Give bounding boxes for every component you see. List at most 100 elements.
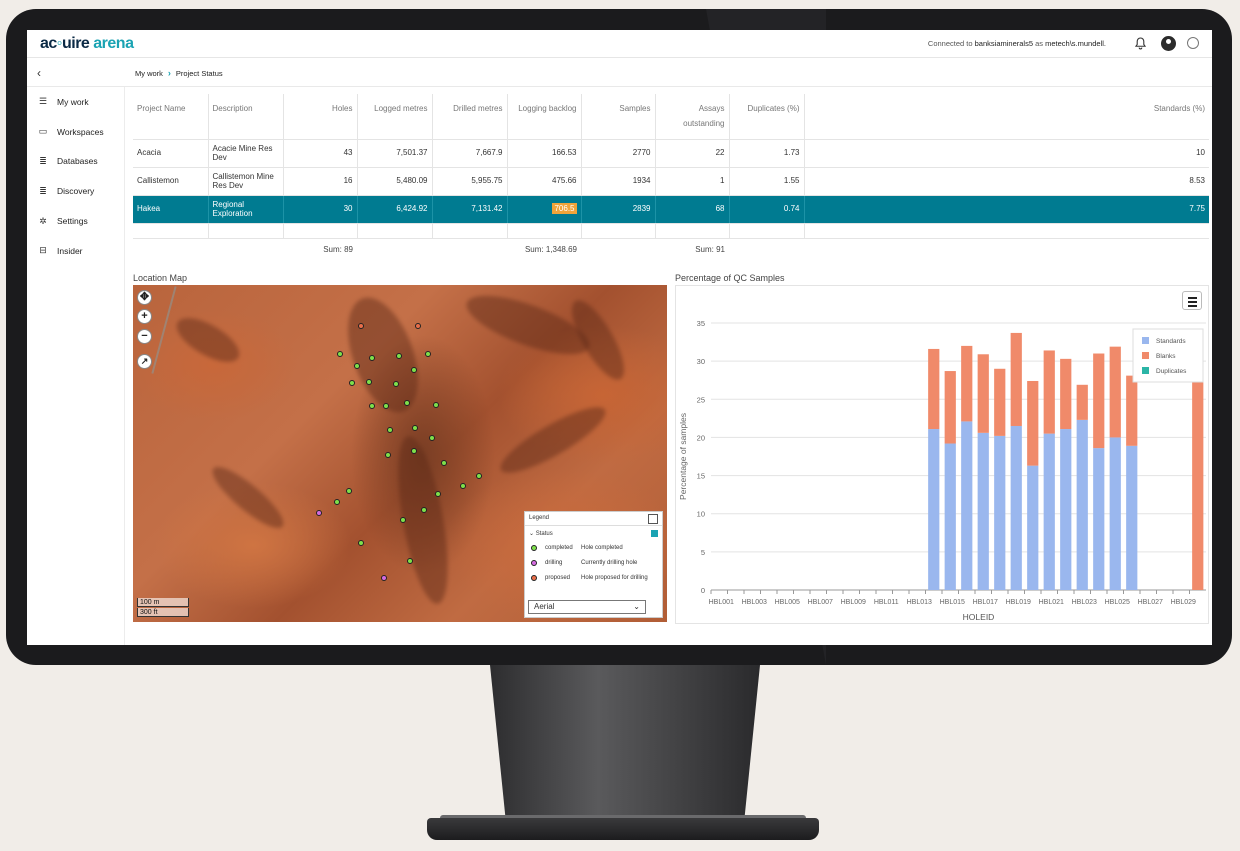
bar-segment-standards	[978, 433, 989, 590]
list-icon: ☰	[37, 97, 49, 107]
map-marker-completed[interactable]	[346, 488, 352, 494]
table-cell: 8.53	[804, 167, 1209, 195]
x-tick-label: HBL019	[1006, 599, 1031, 606]
connection-status: Connected to banksiaminerals5 as metech\…	[928, 39, 1106, 48]
table-row-empty	[133, 223, 1209, 238]
bar-segment-standards	[1077, 420, 1088, 590]
bar-segment-blanks	[945, 371, 956, 443]
map-marker-completed[interactable]	[385, 452, 391, 458]
table-cell: Callistemon	[133, 167, 208, 195]
map-marker-completed[interactable]	[412, 425, 418, 431]
zoom-in-button[interactable]: +	[137, 309, 152, 324]
table-row[interactable]: Callistemon Callistemon Mine Res Dev 16 …	[133, 167, 1209, 195]
map-marker-completed[interactable]	[476, 473, 482, 479]
map-marker-completed[interactable]	[369, 403, 375, 409]
status-layer-toggle[interactable]	[651, 530, 658, 537]
basemap-select[interactable]: Aerial⌄	[528, 600, 646, 614]
bar-segment-standards	[1126, 446, 1137, 590]
map-marker-drilling[interactable]	[316, 510, 322, 516]
sidebar-item-discovery[interactable]: ≣Discovery	[27, 176, 124, 206]
map-marker-completed[interactable]	[349, 380, 355, 386]
column-header[interactable]: Assays outstanding	[655, 94, 729, 139]
sidebar-item-workspaces[interactable]: ▭Workspaces	[27, 117, 124, 147]
x-tick-label: HBL009	[841, 599, 866, 606]
column-header[interactable]: Drilled metres	[432, 94, 507, 139]
map-marker-completed[interactable]	[396, 353, 402, 359]
map-marker-drilling[interactable]	[381, 575, 387, 581]
map-marker-proposed[interactable]	[415, 323, 421, 329]
y-tick-label: 25	[697, 395, 705, 404]
breadcrumb-my-work[interactable]: My work	[135, 69, 163, 78]
column-header[interactable]: Standards (%)	[804, 94, 1209, 139]
table-cell: 22	[655, 139, 729, 167]
bar-segment-standards	[1093, 448, 1104, 590]
sidebar-item-insider[interactable]: ⊟Insider	[27, 236, 124, 266]
map-marker-completed[interactable]	[404, 400, 410, 406]
globe-icon[interactable]	[1187, 37, 1199, 49]
column-header[interactable]: Duplicates (%)	[729, 94, 804, 139]
map-marker-completed[interactable]	[354, 363, 360, 369]
zoom-out-button[interactable]: −	[137, 329, 152, 344]
table-row[interactable]: Acacia Acacie Mine Res Dev 43 7,501.37 7…	[133, 139, 1209, 167]
table-cell: 0.74	[729, 195, 804, 223]
app-logo[interactable]: ac◦uire arena	[40, 35, 133, 53]
map-marker-completed[interactable]	[425, 351, 431, 357]
back-chevron-icon[interactable]: ‹	[37, 66, 41, 80]
proposed-marker-icon	[531, 575, 537, 581]
bar-segment-standards	[961, 421, 972, 590]
sidebar-item-databases[interactable]: ≣Databases	[27, 147, 124, 177]
map-marker-completed[interactable]	[429, 435, 435, 441]
map-marker-completed[interactable]	[383, 403, 389, 409]
map-marker-completed[interactable]	[369, 355, 375, 361]
map-marker-completed[interactable]	[460, 483, 466, 489]
map-marker-completed[interactable]	[433, 402, 439, 408]
gear-icon: ✲	[37, 216, 49, 226]
map-marker-completed[interactable]	[421, 507, 427, 513]
bell-icon[interactable]	[1135, 37, 1146, 50]
sum-holes: Sum: 89	[283, 245, 353, 254]
map-marker-completed[interactable]	[366, 379, 372, 385]
pan-icon[interactable]: ✥	[137, 290, 152, 305]
map-marker-completed[interactable]	[334, 499, 340, 505]
column-header[interactable]: Holes	[283, 94, 357, 139]
map-marker-proposed[interactable]	[358, 323, 364, 329]
x-axis-title: HOLEID	[963, 612, 995, 622]
column-header[interactable]: Project Name	[133, 94, 208, 139]
column-header[interactable]: Logging backlog	[507, 94, 581, 139]
bar-segment-standards	[1027, 466, 1038, 590]
map-marker-completed[interactable]	[387, 427, 393, 433]
sidebar-item-my-work[interactable]: ☰My work	[27, 87, 124, 117]
legend-entry: drillingCurrently drilling hole	[525, 555, 662, 570]
chevron-down-icon: ⌄	[633, 601, 640, 613]
bar-segment-blanks	[1110, 347, 1121, 438]
column-header[interactable]: Description	[208, 94, 283, 139]
drilling-marker-icon	[531, 560, 537, 566]
minimize-icon[interactable]	[648, 514, 658, 524]
chevron-down-icon[interactable]: ⌄	[529, 531, 534, 537]
sidebar-item-settings[interactable]: ✲Settings	[27, 206, 124, 236]
map-marker-completed[interactable]	[441, 460, 447, 466]
map-marker-completed[interactable]	[393, 381, 399, 387]
column-header[interactable]: Samples	[581, 94, 655, 139]
x-tick-label: HBL029	[1171, 599, 1196, 606]
map-marker-completed[interactable]	[407, 558, 413, 564]
project-status-table: Project Name Description Holes Logged me…	[133, 94, 1209, 239]
table-cell: 166.53	[507, 139, 581, 167]
column-header[interactable]: Logged metres	[357, 94, 432, 139]
map-marker-completed[interactable]	[435, 491, 441, 497]
legend-label: Duplicates	[1156, 368, 1187, 375]
table-row-selected[interactable]: Hakea Regional Exploration 30 6,424.92 7…	[133, 195, 1209, 223]
table-cell: 1934	[581, 167, 655, 195]
map-marker-completed[interactable]	[400, 517, 406, 523]
table-cell: 7,501.37	[357, 139, 432, 167]
external-link-icon[interactable]: ↗	[137, 354, 152, 369]
user-avatar-icon[interactable]	[1161, 36, 1176, 51]
location-map[interactable]: ✥ + − ↗	[133, 285, 667, 622]
y-tick-label: 35	[697, 319, 705, 328]
map-marker-completed[interactable]	[358, 540, 364, 546]
monitor-stand-base	[427, 818, 819, 840]
map-marker-completed[interactable]	[411, 448, 417, 454]
table-cell: 16	[283, 167, 357, 195]
map-marker-completed[interactable]	[411, 367, 417, 373]
map-marker-completed[interactable]	[337, 351, 343, 357]
